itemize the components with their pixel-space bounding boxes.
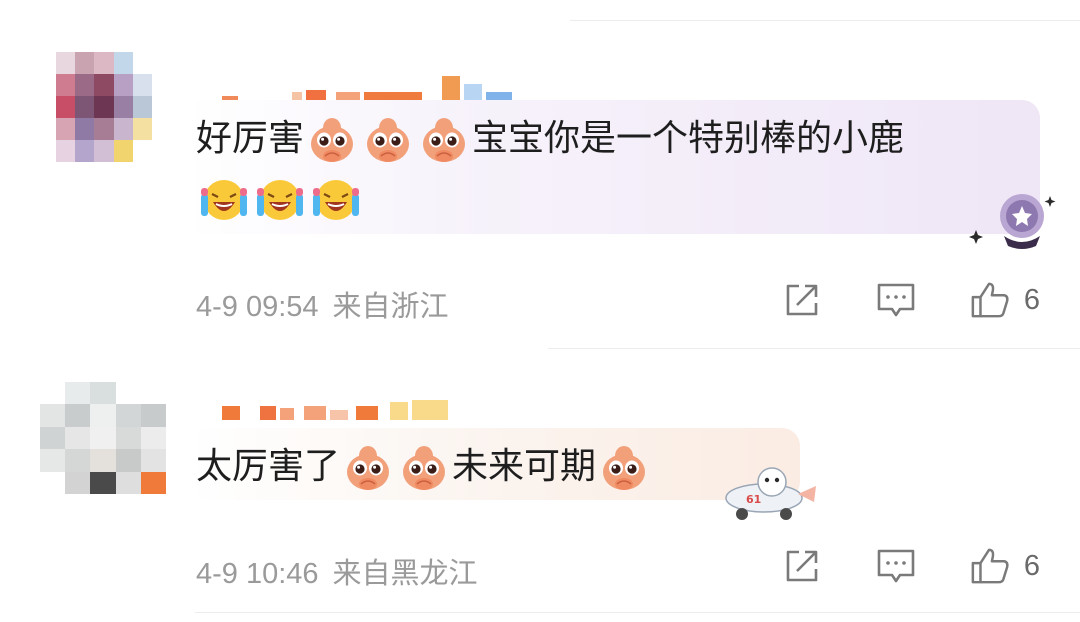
laughing-tears-emoji <box>311 174 361 224</box>
avatar[interactable] <box>56 52 152 162</box>
comment-text-part: 好厉害 <box>196 118 305 159</box>
comment-text: 太厉害了 未来可期 <box>196 436 652 497</box>
pleading-face-emoji <box>599 442 649 492</box>
comment-text: 好厉害 宝宝你是一个特别棒的小鹿 <box>196 108 904 169</box>
like-count: 6 <box>1023 549 1040 582</box>
comment-meta: 4-9 10:46 来自黑龙江 <box>196 550 492 592</box>
like-icon[interactable] <box>970 546 1010 586</box>
laughing-tears-emoji <box>255 174 305 224</box>
pleading-face-emoji <box>419 114 469 164</box>
comment-location: 来自浙江 <box>332 291 449 323</box>
like-icon[interactable] <box>970 280 1010 320</box>
comment-text-part: 太厉害了 <box>196 446 341 487</box>
comment-date: 4-9 10:46 <box>196 558 319 590</box>
comment-text-part: 宝宝你是一个特别棒的小鹿 <box>472 118 905 159</box>
crystal-ball-decoration-icon <box>969 194 1056 249</box>
comment-text-part: 未来可期 <box>452 446 597 487</box>
svg-text:61: 61 <box>746 493 761 506</box>
airplane-mascot-decoration-icon: 61 <box>725 467 816 520</box>
laughing-tears-emoji <box>199 174 249 224</box>
comment-date: 4-9 09:54 <box>196 291 319 323</box>
comment-actions: 6 <box>782 546 1040 586</box>
avatar[interactable] <box>40 382 166 494</box>
comment-actions: 6 <box>782 280 1040 320</box>
pleading-face-emoji <box>307 114 357 164</box>
comment-meta: 4-9 09:54 来自浙江 <box>196 283 463 325</box>
share-icon[interactable] <box>782 280 822 320</box>
like-count: 6 <box>1023 283 1040 316</box>
comment-emoji-line <box>196 168 364 228</box>
comment-item: 太厉害了 未来可期 61 4-9 10:46 来自黑龙江 6 <box>0 350 1080 622</box>
share-icon[interactable] <box>782 546 822 586</box>
pleading-face-emoji <box>363 114 413 164</box>
comment-location: 来自黑龙江 <box>332 558 478 590</box>
pleading-face-emoji <box>399 442 449 492</box>
username[interactable] <box>222 380 448 420</box>
pleading-face-emoji <box>343 442 393 492</box>
comment-icon[interactable] <box>876 546 916 586</box>
comment-icon[interactable] <box>876 280 916 320</box>
comment-item: 好厉害 宝宝你是一个特别棒的小鹿 4-9 09:54 来自浙江 6 <box>0 0 1080 350</box>
